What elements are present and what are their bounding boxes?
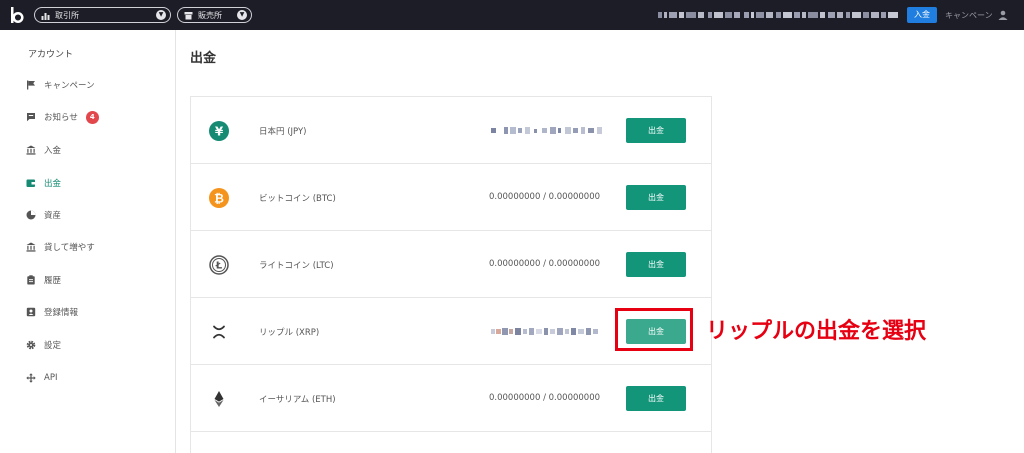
currency-balance: 0.00000000 / 0.00000000 — [489, 393, 601, 403]
clipboard-icon — [27, 275, 35, 285]
masked-account-info — [658, 12, 898, 18]
masked-balance — [491, 127, 602, 134]
wallet-icon — [26, 179, 36, 187]
flag-icon — [27, 80, 35, 90]
top-bar: 取引所 ▼ 販売所 ▼ 入金 キャンペーン — [0, 0, 1024, 30]
highlight-box — [615, 308, 693, 351]
page-title: 出金 — [190, 51, 217, 66]
svg-text:Ł: Ł — [215, 261, 223, 272]
user-icon[interactable] — [998, 10, 1008, 20]
sidebar-item-notices[interactable]: お知らせ 4 — [26, 109, 99, 125]
masked-balance — [491, 328, 598, 335]
api-icon — [26, 373, 36, 383]
annotation-text: リップルの出金を選択 — [706, 319, 927, 344]
sidebar-item-campaign[interactable]: キャンペーン — [26, 77, 95, 93]
withdraw-button-btc[interactable]: 出金 — [626, 185, 686, 210]
currency-name: ライトコイン (LTC) — [259, 261, 334, 271]
sidebar-item-withdraw[interactable]: 出金 — [26, 175, 61, 191]
litecoin-icon: Ł — [209, 255, 229, 275]
sales-dropdown[interactable]: 販売所 ▼ — [177, 7, 252, 23]
chevron-down-icon: ▼ — [156, 10, 166, 20]
sidebar-item-label: 入金 — [44, 146, 62, 156]
svg-text:₿: ₿ — [214, 191, 224, 205]
yen-icon: ¥ — [209, 121, 229, 141]
list-item-jpy: ¥ 日本円 (JPY) 出金 — [191, 97, 711, 164]
message-icon — [27, 113, 35, 122]
sidebar-item-label: 資産 — [44, 211, 62, 221]
withdraw-button-ltc[interactable]: 出金 — [626, 252, 686, 277]
pie-chart-icon — [26, 210, 36, 220]
bank-icon — [26, 242, 36, 252]
ripple-icon — [213, 325, 225, 339]
exchange-dropdown[interactable]: 取引所 ▼ — [34, 7, 171, 23]
sidebar-item-api[interactable]: API — [26, 370, 57, 386]
campaign-link[interactable]: キャンペーン — [945, 10, 993, 21]
sidebar-item-label: キャンペーン — [44, 81, 95, 91]
sidebar-item-label: 履歴 — [44, 276, 62, 286]
withdraw-button-eth[interactable]: 出金 — [626, 386, 686, 411]
sidebar-item-lending[interactable]: 貸して増やす — [26, 239, 95, 255]
currency-name: イーサリアム (ETH) — [259, 395, 336, 405]
gear-icon — [26, 340, 36, 350]
sidebar-item-label: 登録情報 — [44, 308, 79, 318]
sidebar-item-label: お知らせ — [44, 113, 78, 123]
bitbank-logo-icon[interactable] — [10, 6, 24, 24]
sidebar-item-settings[interactable]: 設定 — [26, 337, 61, 353]
deposit-button[interactable]: 入金 — [907, 7, 937, 23]
sidebar-item-profile[interactable]: 登録情報 — [26, 304, 78, 320]
sidebar-item-assets[interactable]: 資産 — [26, 207, 61, 223]
sidebar-item-label: 設定 — [44, 341, 62, 351]
id-card-icon — [26, 307, 36, 317]
list-item-btc: ₿ ビットコイン (BTC) 0.00000000 / 0.00000000 出… — [191, 164, 711, 231]
bank-icon — [26, 145, 36, 155]
bar-chart-icon — [41, 12, 50, 20]
currency-balance: 0.00000000 / 0.00000000 — [489, 259, 601, 269]
currency-balance: 0.00000000 / 0.00000000 — [489, 192, 601, 202]
list-item-eth: イーサリアム (ETH) 0.00000000 / 0.00000000 出金 — [191, 365, 711, 432]
sidebar-item-label: API — [44, 373, 58, 383]
sidebar-item-history[interactable]: 履歴 — [26, 272, 61, 288]
sidebar-item-deposit[interactable]: 入金 — [26, 142, 61, 158]
exchange-label: 取引所 — [55, 10, 79, 20]
sidebar-heading: アカウント — [28, 50, 74, 60]
chevron-down-icon: ▼ — [237, 10, 247, 20]
withdraw-button-jpy[interactable]: 出金 — [626, 118, 686, 143]
sidebar: アカウント キャンペーン お知らせ 4 入金 出金 資産 貸して増やす 履歴 登… — [0, 30, 176, 453]
bitcoin-icon: ₿ — [209, 188, 229, 208]
svg-text:¥: ¥ — [215, 124, 224, 138]
currency-name: 日本円 (JPY) — [259, 127, 307, 137]
list-item-ltc: Ł ライトコイン (LTC) 0.00000000 / 0.00000000 出… — [191, 231, 711, 298]
sales-label: 販売所 — [198, 10, 222, 20]
withdraw-list: ¥ 日本円 (JPY) 出金 ₿ ビットコイン (BTC) 0.00000000… — [190, 96, 712, 453]
sidebar-item-label: 出金 — [44, 179, 62, 189]
store-icon — [184, 11, 193, 19]
sidebar-item-label: 貸して増やす — [44, 243, 95, 253]
notification-badge: 4 — [85, 110, 99, 124]
ethereum-icon — [214, 391, 224, 407]
currency-name: ビットコイン (BTC) — [259, 194, 336, 204]
currency-name: リップル (XRP) — [259, 328, 320, 338]
